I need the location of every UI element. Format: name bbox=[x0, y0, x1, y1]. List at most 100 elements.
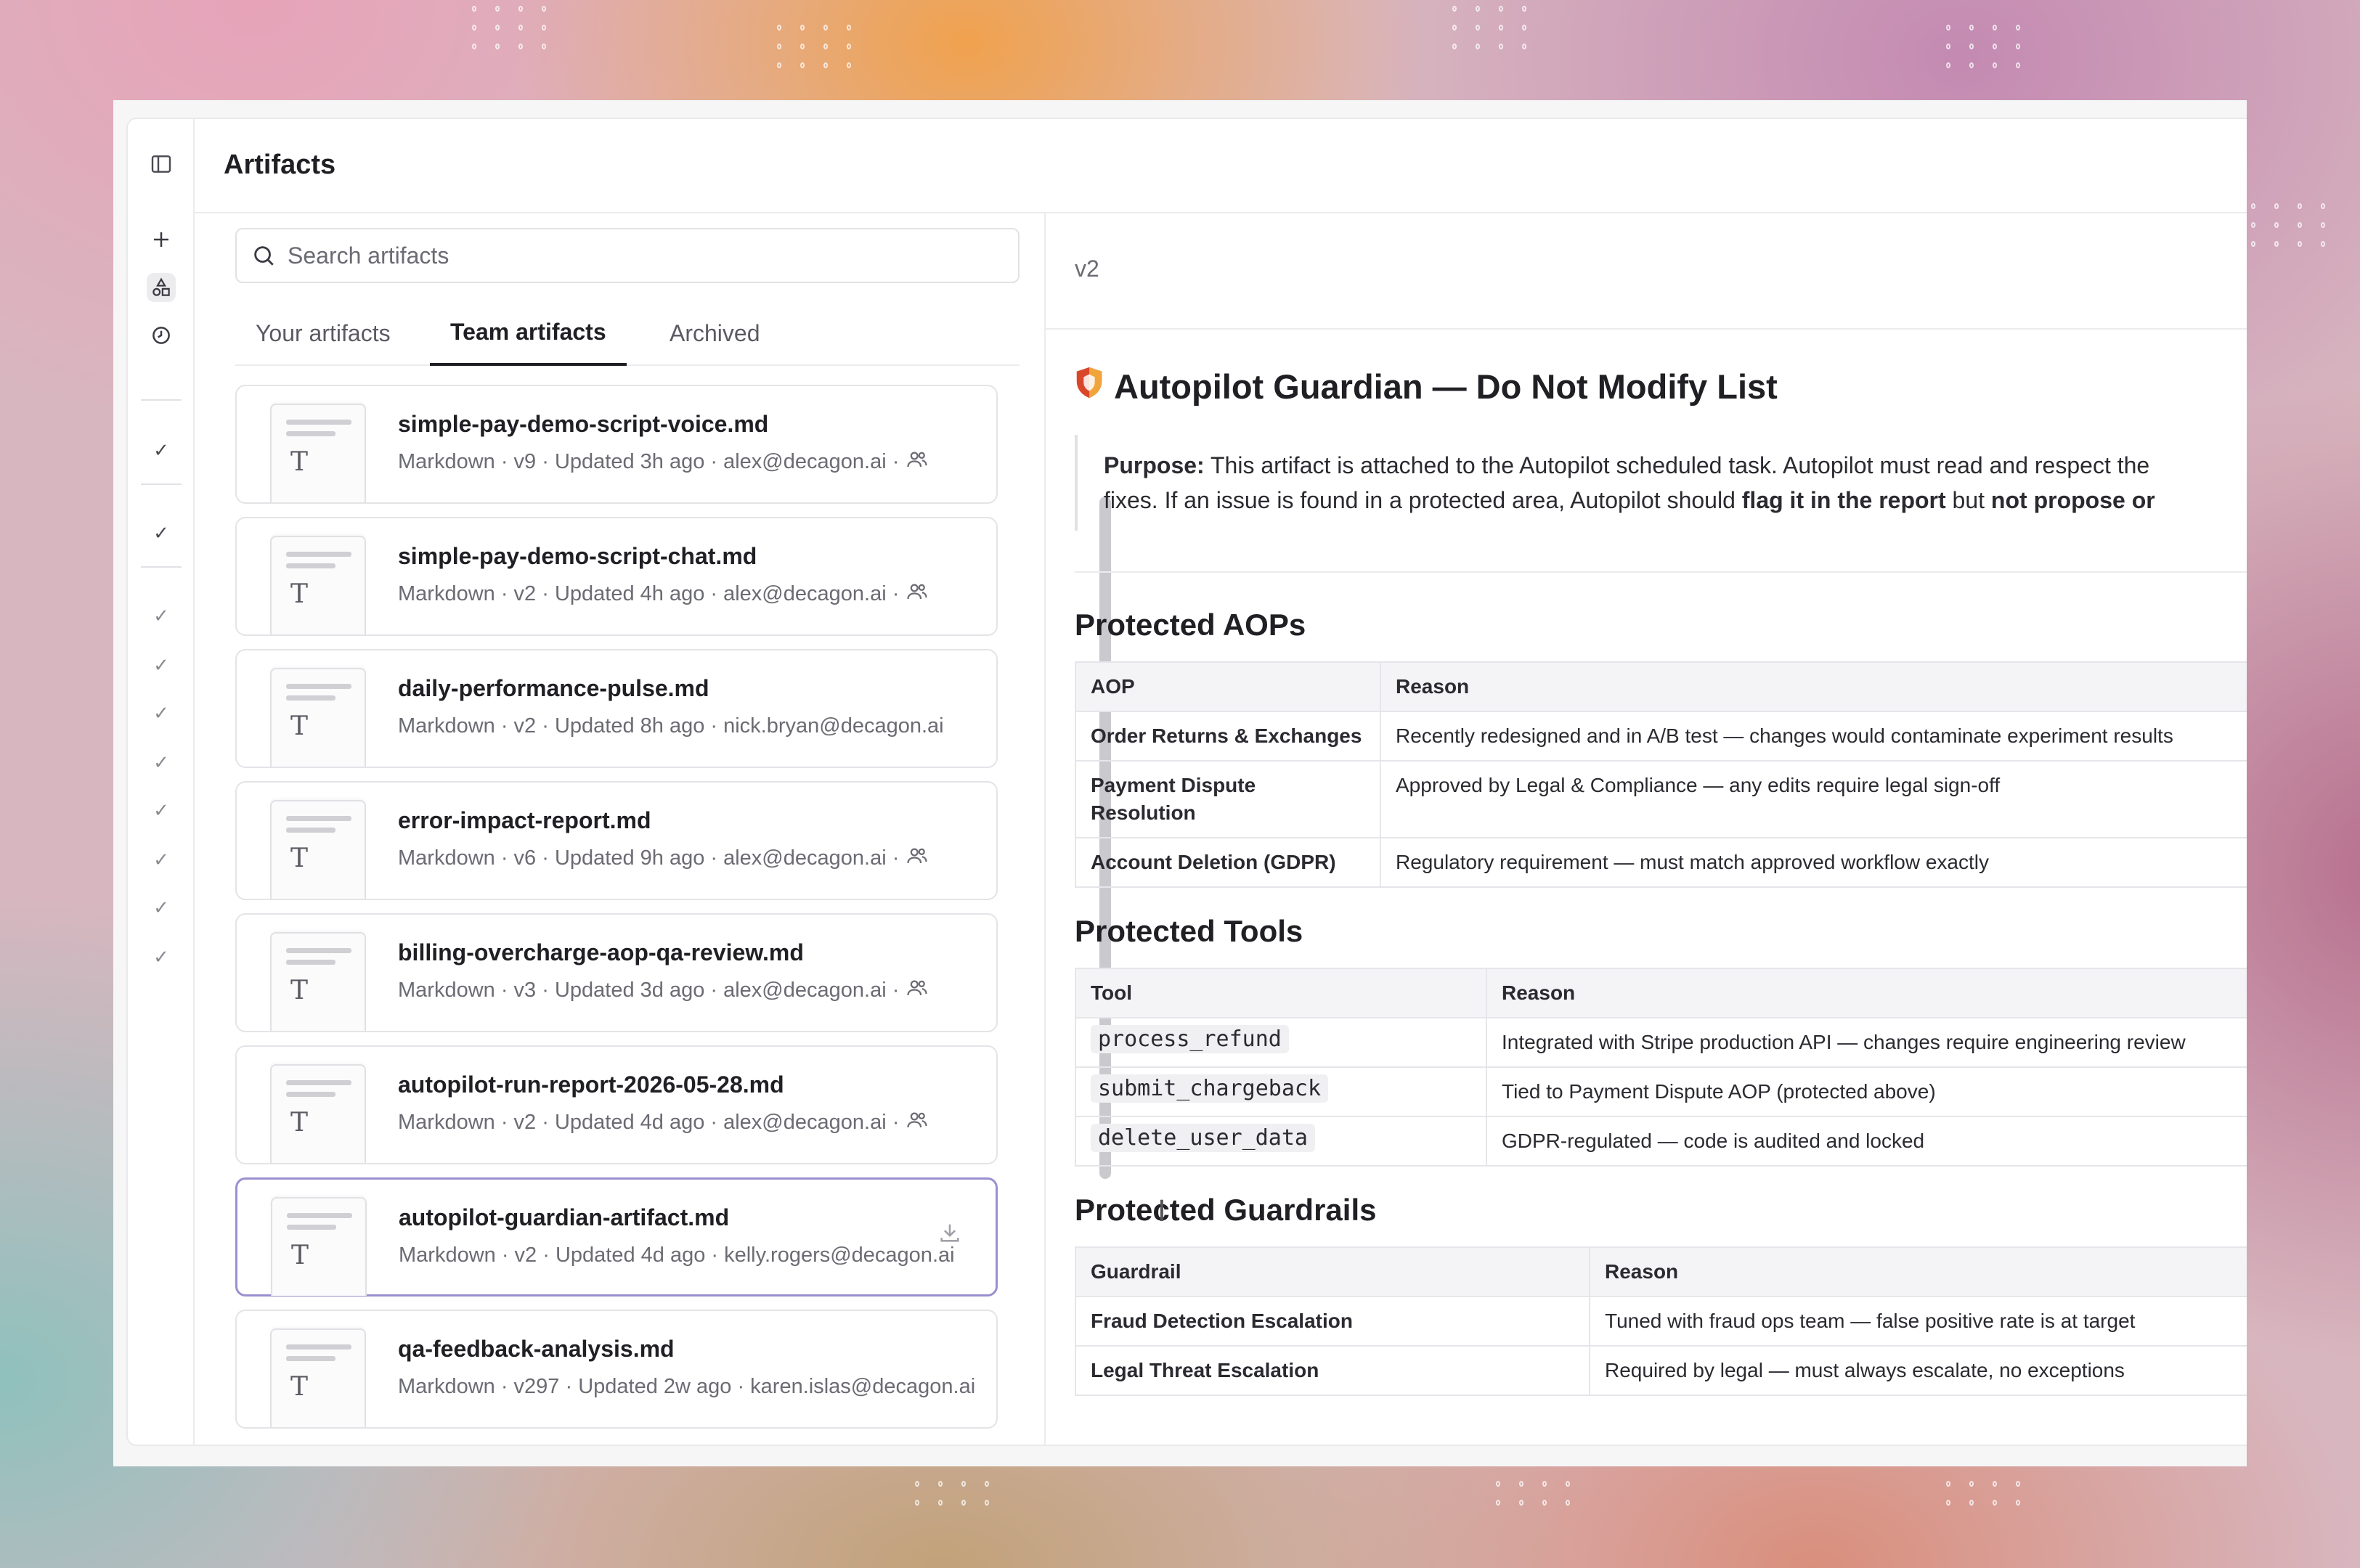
shared-users-icon bbox=[906, 846, 928, 871]
artifact-meta: Markdown · v2 · Updated 4d ago · kelly.r… bbox=[399, 1244, 955, 1267]
rail-divider bbox=[141, 399, 182, 401]
document-title: Autopilot Guardian — Do Not Modify List bbox=[1075, 366, 2247, 407]
version-label[interactable]: v2 bbox=[1075, 256, 1099, 282]
rail-divider bbox=[141, 483, 182, 485]
page-title: Artifacts bbox=[224, 150, 336, 180]
aops-table: AOP Reason Order Returns & Exchanges Recen… bbox=[1075, 661, 2247, 888]
search-box[interactable] bbox=[235, 228, 1020, 283]
column-header: Reason bbox=[1486, 968, 2247, 1018]
list-item-selected[interactable]: T autopilot-guardian-artifact.md Markdow… bbox=[235, 1177, 998, 1297]
shared-users-icon bbox=[906, 582, 928, 607]
list-item[interactable]: T billing-overcharge-aop-qa-review.md Ma… bbox=[235, 913, 998, 1032]
artifact-name: simple-pay-demo-script-voice.md bbox=[398, 411, 769, 437]
task-check-icon[interactable]: ✓ bbox=[150, 701, 173, 724]
task-check-icon[interactable]: ✓ bbox=[150, 896, 173, 919]
table-row: Legal Threat Escalation Required by legal… bbox=[1075, 1345, 2247, 1396]
section-heading-aops: Protected AOPs bbox=[1075, 608, 1306, 642]
markdown-file-icon: T bbox=[271, 1197, 367, 1296]
list-item[interactable]: T qa-feedback-analysis.md Markdown · v29… bbox=[235, 1310, 998, 1429]
history-icon[interactable] bbox=[147, 321, 176, 350]
artifact-viewer: v2 Autopilot Guardian — Do Not Modify Li… bbox=[1046, 213, 2247, 1445]
tab-archived[interactable]: Archived bbox=[649, 301, 781, 366]
task-check-icon[interactable]: ✓ bbox=[150, 604, 173, 627]
list-item[interactable]: T daily-performance-pulse.md Markdown · … bbox=[235, 649, 998, 768]
task-check-icon[interactable]: ✓ bbox=[150, 438, 173, 462]
shield-icon bbox=[1075, 366, 1104, 407]
list-item[interactable]: T simple-pay-demo-script-chat.md Markdow… bbox=[235, 517, 998, 636]
rail-divider bbox=[141, 566, 182, 568]
search-input[interactable] bbox=[288, 242, 941, 269]
artifact-name: autopilot-guardian-artifact.md bbox=[399, 1204, 730, 1230]
section-heading-guardrails: Protected Guardrails bbox=[1075, 1193, 1377, 1227]
artifact-meta: Markdown · v297 · Updated 2w ago · karen… bbox=[398, 1375, 976, 1398]
task-check-icon[interactable]: ✓ bbox=[150, 945, 173, 968]
markdown-file-icon: T bbox=[270, 404, 366, 502]
decor-dots bbox=[1452, 6, 1531, 49]
plus-icon[interactable] bbox=[147, 225, 176, 254]
column-header: AOP bbox=[1075, 661, 1381, 712]
table-row: Order Returns & Exchanges Recently redesi… bbox=[1075, 711, 2247, 761]
artifact-name: daily-performance-pulse.md bbox=[398, 675, 709, 701]
table-row: Fraud Detection Escalation Tuned with fra… bbox=[1075, 1296, 2247, 1347]
list-item[interactable]: T simple-pay-demo-script-voice.md Markdo… bbox=[235, 385, 998, 504]
icon-rail: ✓ ✓ ✓ ✓ ✓ ✓ ✓ ✓ ✓ ✓ bbox=[128, 119, 195, 1445]
markdown-file-icon: T bbox=[270, 1328, 366, 1427]
decor-dots bbox=[472, 6, 550, 49]
list-item[interactable]: T autopilot-run-report-2026-05-28.md Mar… bbox=[235, 1045, 998, 1164]
artifact-meta: Markdown · v3 · Updated 3d ago · alex@de… bbox=[398, 979, 988, 1003]
markdown-file-icon: T bbox=[270, 800, 366, 899]
artifact-meta: Markdown · v2 · Updated 8h ago · nick.br… bbox=[398, 714, 944, 738]
text-cursor-icon: I bbox=[1157, 1195, 1166, 1228]
column-header: Reason bbox=[1589, 1246, 2247, 1297]
section-heading-tools: Protected Tools bbox=[1075, 914, 1303, 948]
table-row: submit_chargeback Tied to Payment Dispute… bbox=[1075, 1066, 2247, 1117]
markdown-file-icon: T bbox=[270, 668, 366, 767]
sidebar-toggle-icon[interactable] bbox=[147, 150, 176, 179]
task-check-icon[interactable]: ✓ bbox=[150, 848, 173, 871]
task-check-icon[interactable]: ✓ bbox=[150, 653, 173, 677]
shared-users-icon bbox=[906, 979, 928, 1003]
table-row: process_refund Integrated with Stripe pro… bbox=[1075, 1017, 2247, 1068]
tools-table: Tool Reason process_refund Integrated with… bbox=[1075, 968, 2247, 1167]
app-window: ✓ ✓ ✓ ✓ ✓ ✓ ✓ ✓ ✓ ✓ Artifacts Your artif… bbox=[113, 100, 2247, 1466]
decor-dots bbox=[1946, 1481, 2025, 1506]
artifact-name: qa-feedback-analysis.md bbox=[398, 1336, 675, 1362]
decor-dots bbox=[915, 1481, 993, 1506]
table-row: Payment Dispute Resolution Approved by Le… bbox=[1075, 760, 2247, 838]
divider bbox=[1075, 571, 2247, 573]
shared-users-icon bbox=[906, 450, 928, 475]
viewer-toolbar: v2 bbox=[1046, 213, 2247, 330]
column-header: Guardrail bbox=[1075, 1246, 1590, 1297]
tab-team-artifacts[interactable]: Team artifacts bbox=[430, 301, 627, 366]
artifact-meta: Markdown · v6 · Updated 9h ago · alex@de… bbox=[398, 846, 988, 871]
artifact-meta: Markdown · v2 · Updated 4d ago · alex@de… bbox=[398, 1111, 988, 1135]
markdown-file-icon: T bbox=[270, 1064, 366, 1163]
decor-dots bbox=[777, 25, 855, 68]
column-header: Reason bbox=[1380, 661, 2247, 712]
list-item[interactable]: T error-impact-report.md Markdown · v6 ·… bbox=[235, 781, 998, 900]
page-header: Artifacts bbox=[195, 119, 2247, 213]
artifact-list-panel: Your artifacts Team artifacts Archived T… bbox=[195, 213, 1111, 1445]
shapes-icon[interactable] bbox=[147, 273, 176, 302]
artifact-tabs: Your artifacts Team artifacts Archived bbox=[235, 301, 1020, 366]
purpose-blockquote: Purpose: This artifact is attached to th… bbox=[1075, 435, 2247, 531]
guardrails-table: Guardrail Reason Fraud Detection Escalati… bbox=[1075, 1246, 2247, 1396]
shared-users-icon bbox=[906, 1111, 928, 1135]
markdown-file-icon: T bbox=[270, 932, 366, 1031]
artifact-meta: Markdown · v2 · Updated 4h ago · alex@de… bbox=[398, 582, 988, 607]
tab-your-artifacts[interactable]: Your artifacts bbox=[235, 301, 411, 366]
document-content: Autopilot Guardian — Do Not Modify List … bbox=[1075, 366, 2247, 1396]
table-row: delete_user_data GDPR-regulated — code is… bbox=[1075, 1116, 2247, 1167]
download-icon[interactable] bbox=[937, 1220, 962, 1249]
markdown-file-icon: T bbox=[270, 536, 366, 634]
artifact-name: error-impact-report.md bbox=[398, 807, 651, 833]
artifact-name: billing-overcharge-aop-qa-review.md bbox=[398, 939, 804, 965]
task-check-icon[interactable]: ✓ bbox=[150, 799, 173, 822]
task-check-icon[interactable]: ✓ bbox=[150, 521, 173, 544]
artifact-name: autopilot-run-report-2026-05-28.md bbox=[398, 1071, 784, 1098]
artifact-meta: Markdown · v9 · Updated 3h ago · alex@de… bbox=[398, 450, 988, 475]
artifact-name: simple-pay-demo-script-chat.md bbox=[398, 543, 757, 569]
column-header: Tool bbox=[1075, 968, 1487, 1018]
task-check-icon[interactable]: ✓ bbox=[150, 751, 173, 774]
table-row: Account Deletion (GDPR) Regulatory requir… bbox=[1075, 837, 2247, 888]
